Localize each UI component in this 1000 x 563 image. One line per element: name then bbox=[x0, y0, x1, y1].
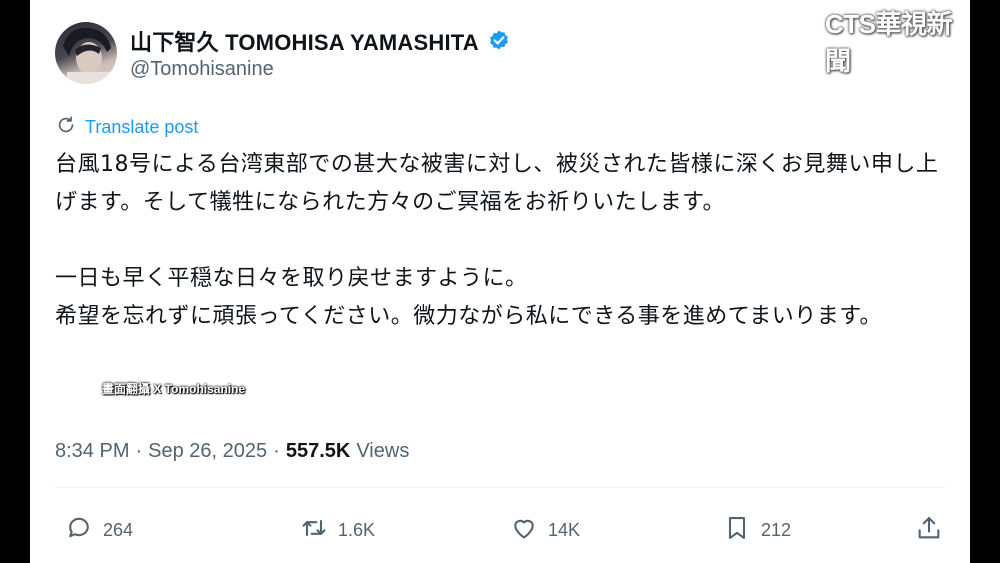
bookmark-count: 212 bbox=[761, 519, 792, 540]
author-handle[interactable]: @Tomohisanine bbox=[130, 58, 274, 81]
post-paragraph-2-line-1: 一日も早く平穏な日々を取り戻せますように。 bbox=[55, 266, 528, 291]
translate-post-link[interactable]: Translate post bbox=[55, 114, 198, 140]
meta-separator: · bbox=[135, 439, 143, 462]
views-count: 557.5K bbox=[285, 439, 351, 462]
image-source-caption: 畫面翻攝 X Tomohisanine bbox=[102, 382, 246, 396]
repost-count: 1.6K bbox=[338, 519, 376, 540]
post-meta: 8:34 PM · Sep 26, 2025 · 557.5K Views bbox=[55, 436, 409, 466]
broadcaster-watermark: CTS華視新聞 bbox=[825, 9, 953, 76]
translate-label: Translate post bbox=[85, 116, 199, 137]
bookmark-button[interactable]: 212 bbox=[723, 510, 791, 550]
divider bbox=[55, 487, 945, 488]
meta-separator: · bbox=[273, 439, 280, 462]
post-date[interactable]: Sep 26, 2025 bbox=[148, 440, 267, 463]
avatar[interactable] bbox=[55, 22, 117, 84]
post-time[interactable]: 8:34 PM bbox=[55, 440, 129, 463]
verified-badge-icon bbox=[487, 29, 511, 53]
repost-icon bbox=[300, 514, 328, 547]
author-name-row: 山下智久 TOMOHISA YAMASHITA bbox=[130, 26, 511, 56]
views-label: Views bbox=[356, 439, 410, 462]
reply-button[interactable]: 264 bbox=[65, 510, 133, 550]
bookmark-icon bbox=[723, 514, 751, 547]
repost-button[interactable]: 1.6K bbox=[300, 510, 375, 550]
heart-icon bbox=[510, 514, 538, 547]
like-button[interactable]: 14K bbox=[510, 510, 580, 550]
post-frame: 山下智久 TOMOHISA YAMASHITA @Tomohisanine CT… bbox=[30, 0, 970, 563]
post-body: 台風18号による台湾東部での甚大な被害に対し、被災された皆様に深くお見舞い申し上… bbox=[55, 146, 945, 336]
translate-icon bbox=[55, 114, 77, 141]
reply-count: 264 bbox=[103, 519, 134, 540]
share-icon bbox=[915, 514, 943, 547]
post-paragraph-2-line-2: 希望を忘れずに頑張ってください。微力ながら私にできる事を進めてまいります。 bbox=[55, 304, 883, 329]
like-count: 14K bbox=[548, 519, 581, 540]
author-display-name[interactable]: 山下智久 TOMOHISA YAMASHITA bbox=[130, 25, 479, 57]
share-button[interactable] bbox=[915, 510, 943, 550]
post-paragraph-1: 台風18号による台湾東部での甚大な被害に対し、被災された皆様に深くお見舞い申し上… bbox=[55, 152, 939, 215]
action-bar: 264 1.6K 14K 212 bbox=[55, 510, 945, 550]
reply-icon bbox=[65, 514, 93, 547]
